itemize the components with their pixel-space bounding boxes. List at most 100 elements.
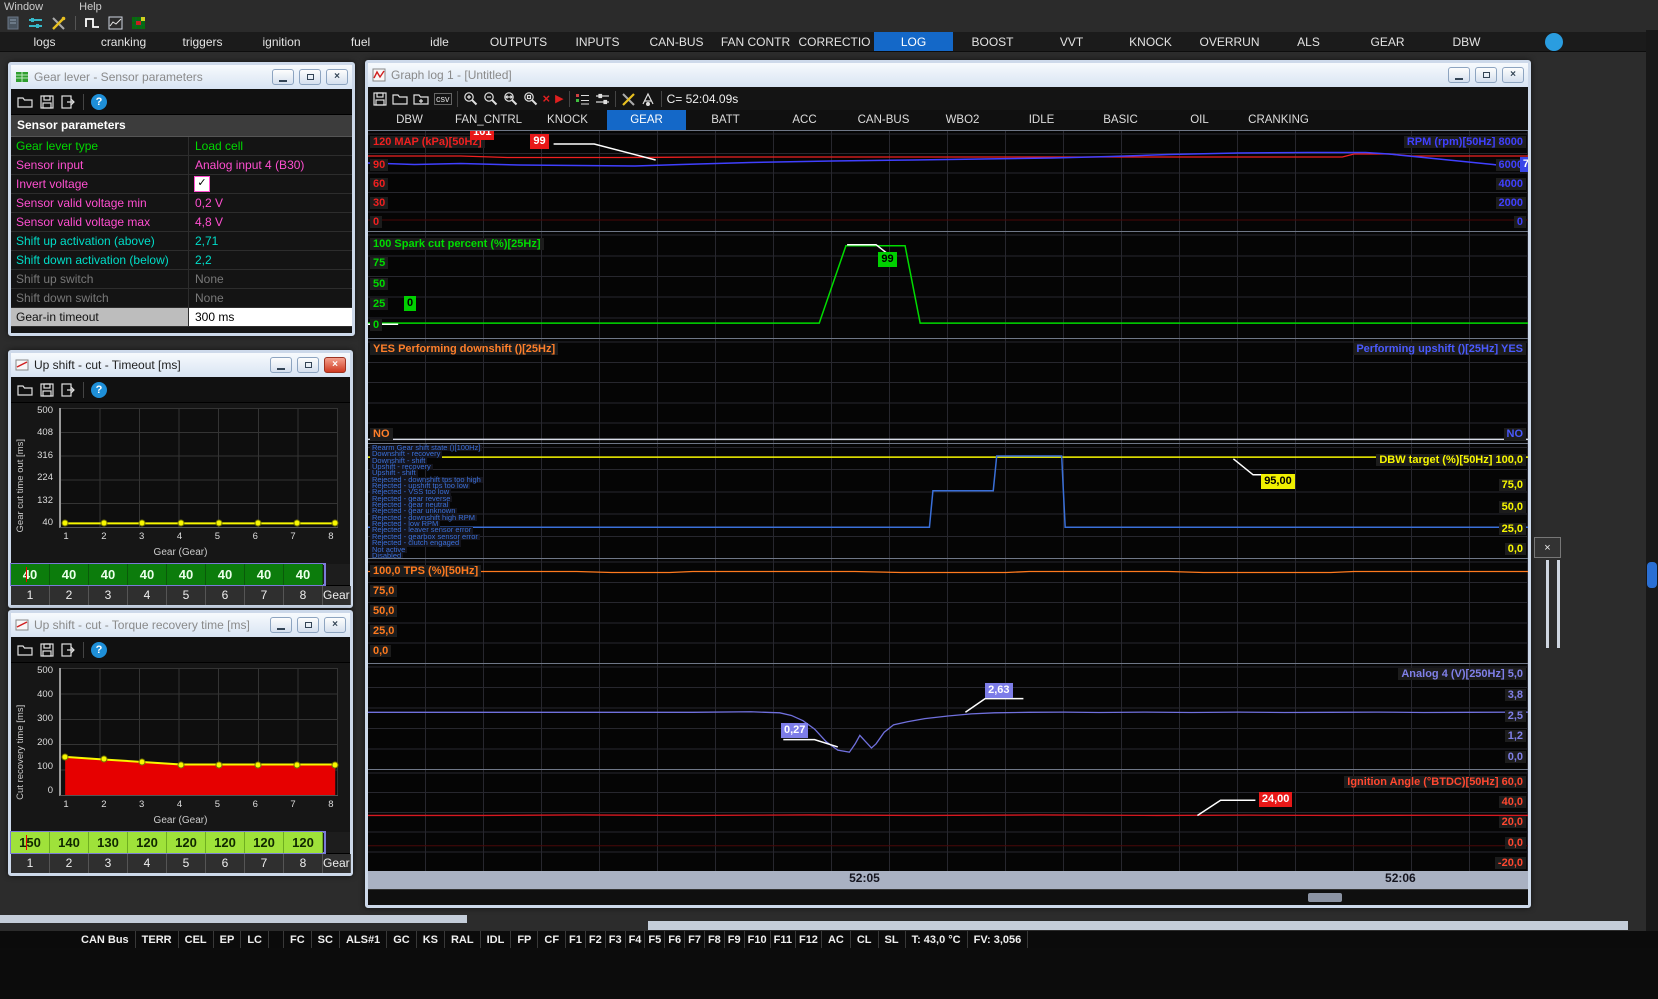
graph-tab[interactable]: KNOCK	[528, 110, 607, 130]
value-cell[interactable]: 120	[245, 832, 284, 853]
measure-icon[interactable]	[641, 92, 656, 106]
channel-settings-icon[interactable]	[595, 92, 610, 106]
settings-sliders-icon[interactable]	[27, 16, 44, 31]
main-tab[interactable]: cranking	[84, 32, 163, 51]
main-tab[interactable]: triggers	[163, 32, 242, 51]
export-icon[interactable]	[61, 383, 76, 397]
scrollbar-thumb[interactable]	[1308, 893, 1343, 902]
docked-panel-tab[interactable]	[1647, 562, 1657, 588]
main-tab[interactable]: GEAR	[1348, 32, 1427, 51]
square-wave-icon[interactable]	[84, 16, 101, 31]
tools-icon[interactable]	[621, 92, 636, 106]
mdi-horizontal-scrollbar[interactable]	[0, 915, 467, 923]
minimize-button[interactable]	[1448, 67, 1470, 83]
graph-tab[interactable]: FAN_CNTRL	[449, 110, 528, 130]
minimize-button[interactable]	[270, 617, 292, 633]
gear-shift-state-panel[interactable]: Rearm Gear shift state ()[100Hz]Downshif…	[368, 443, 1528, 558]
value-cell[interactable]: 140	[50, 832, 89, 853]
value-cell[interactable]: 120	[128, 832, 167, 853]
main-tab[interactable]: idle	[400, 32, 479, 51]
menu-window[interactable]: Window	[4, 1, 43, 13]
maximize-button[interactable]	[297, 357, 319, 373]
save-icon[interactable]	[40, 643, 54, 657]
open-append-icon[interactable]	[413, 92, 429, 106]
main-tab[interactable]: KNOCK	[1111, 32, 1190, 51]
chart-point[interactable]	[100, 756, 107, 763]
graph-horizontal-scrollbar[interactable]	[368, 889, 1528, 905]
ignition-angle-panel[interactable]: Ignition Angle (°BTDC)[50Hz] 60,0 40,0 2…	[368, 769, 1528, 871]
table-row[interactable]: Gear lever typeLoad cell	[11, 137, 352, 156]
tps-panel[interactable]: 100,0 TPS (%)[50Hz] 75,0 50,0 25,0 0,0	[368, 558, 1528, 663]
graph-tab[interactable]: ACC	[765, 110, 844, 130]
export-icon[interactable]	[61, 643, 76, 657]
graph-plot-area[interactable]: 120 MAP (kPa)[50Hz] 90 60 30 0 RPM (rpm)…	[368, 130, 1528, 871]
chart-point[interactable]	[177, 520, 184, 527]
main-tab[interactable]: OVERRUN	[1190, 32, 1269, 51]
value-cell[interactable]: 40	[245, 564, 284, 585]
zoom-in-icon[interactable]	[463, 91, 478, 106]
main-tab[interactable]: INPUTS	[558, 32, 637, 51]
open-icon[interactable]	[17, 643, 33, 657]
timeout-window-titlebar[interactable]: Up shift - cut - Timeout [ms] ×	[11, 353, 350, 377]
channel-list-icon[interactable]	[575, 92, 590, 106]
value-cell[interactable]: 150	[11, 832, 50, 853]
spark-cut-panel[interactable]: 100 Spark cut percent (%)[25Hz] 75 50 25…	[368, 231, 1528, 338]
performing-shift-panel[interactable]: YES Performing downshift ()[25Hz] NO Per…	[368, 338, 1528, 443]
chart-point[interactable]	[139, 520, 146, 527]
table-row[interactable]: Sensor valid voltage min0,2 V	[11, 194, 352, 213]
table-row[interactable]: Sensor valid voltage max4,8 V	[11, 213, 352, 232]
main-tab[interactable]: ignition	[242, 32, 321, 51]
graph-log-icon[interactable]	[107, 16, 124, 31]
export-icon[interactable]	[61, 95, 76, 109]
table-row[interactable]: Shift down switchNone	[11, 289, 352, 308]
close-button[interactable]: ×	[326, 69, 348, 85]
graph-window-titlebar[interactable]: Graph log 1 - [Untitled] ×	[368, 63, 1528, 87]
maximize-button[interactable]	[297, 617, 319, 633]
open-icon[interactable]	[17, 383, 33, 397]
chart-point[interactable]	[62, 520, 69, 527]
chart-point[interactable]	[293, 520, 300, 527]
chart-point[interactable]	[216, 520, 223, 527]
chart-point[interactable]	[139, 758, 146, 765]
value-cell[interactable]: 40	[167, 564, 206, 585]
zoom-fit-icon[interactable]	[503, 91, 518, 106]
chart-point[interactable]	[332, 520, 339, 527]
main-tab[interactable]: CORRECTIO	[795, 32, 874, 51]
save-icon[interactable]	[373, 92, 387, 106]
main-tab[interactable]: FAN CONTR	[716, 32, 795, 51]
chart-point[interactable]	[177, 761, 184, 768]
table-row[interactable]: Invert voltage✓	[11, 175, 352, 194]
notebook-icon[interactable]	[4, 16, 21, 31]
docked-close-button[interactable]: ×	[1534, 537, 1561, 558]
table-row[interactable]: Shift down activation (below)2,2	[11, 251, 352, 270]
main-tab[interactable]: LOG	[874, 32, 953, 51]
chart-point[interactable]	[100, 520, 107, 527]
chart-point[interactable]	[62, 753, 69, 760]
maximize-button[interactable]	[299, 69, 321, 85]
main-tab[interactable]: OUTPUTS	[479, 32, 558, 51]
map-rpm-panel[interactable]: 120 MAP (kPa)[50Hz] 90 60 30 0 RPM (rpm)…	[368, 130, 1528, 231]
minimize-button[interactable]	[270, 357, 292, 373]
chart-point[interactable]	[254, 520, 261, 527]
save-icon[interactable]	[40, 383, 54, 397]
stop-icon[interactable]: ×	[543, 91, 551, 106]
graph-tab[interactable]: GEAR	[607, 110, 686, 130]
timeout-plot-area[interactable]	[59, 408, 338, 528]
chart-point[interactable]	[332, 761, 339, 768]
recovery-plot-area[interactable]	[59, 668, 338, 796]
menu-help[interactable]: Help	[79, 1, 102, 13]
open-icon[interactable]	[17, 95, 33, 109]
minimize-button[interactable]	[272, 69, 294, 85]
graph-tab[interactable]: BASIC	[1081, 110, 1160, 130]
recovery-chart[interactable]: Cut recovery time [ms] 5004003002001000 …	[15, 665, 346, 830]
graph-tab[interactable]: OIL	[1160, 110, 1239, 130]
table-row[interactable]: Sensor inputAnalog input 4 (B30)	[11, 156, 352, 175]
value-cell[interactable]: 40	[206, 564, 245, 585]
value-cell[interactable]: 120	[206, 832, 245, 853]
graph-tab[interactable]: BATT	[686, 110, 765, 130]
table-grid-icon[interactable]	[130, 16, 147, 31]
graph-tab[interactable]: CRANKING	[1239, 110, 1318, 130]
chart-point[interactable]	[254, 761, 261, 768]
maximize-button[interactable]	[1475, 67, 1497, 83]
graph-tab[interactable]: DBW	[370, 110, 449, 130]
